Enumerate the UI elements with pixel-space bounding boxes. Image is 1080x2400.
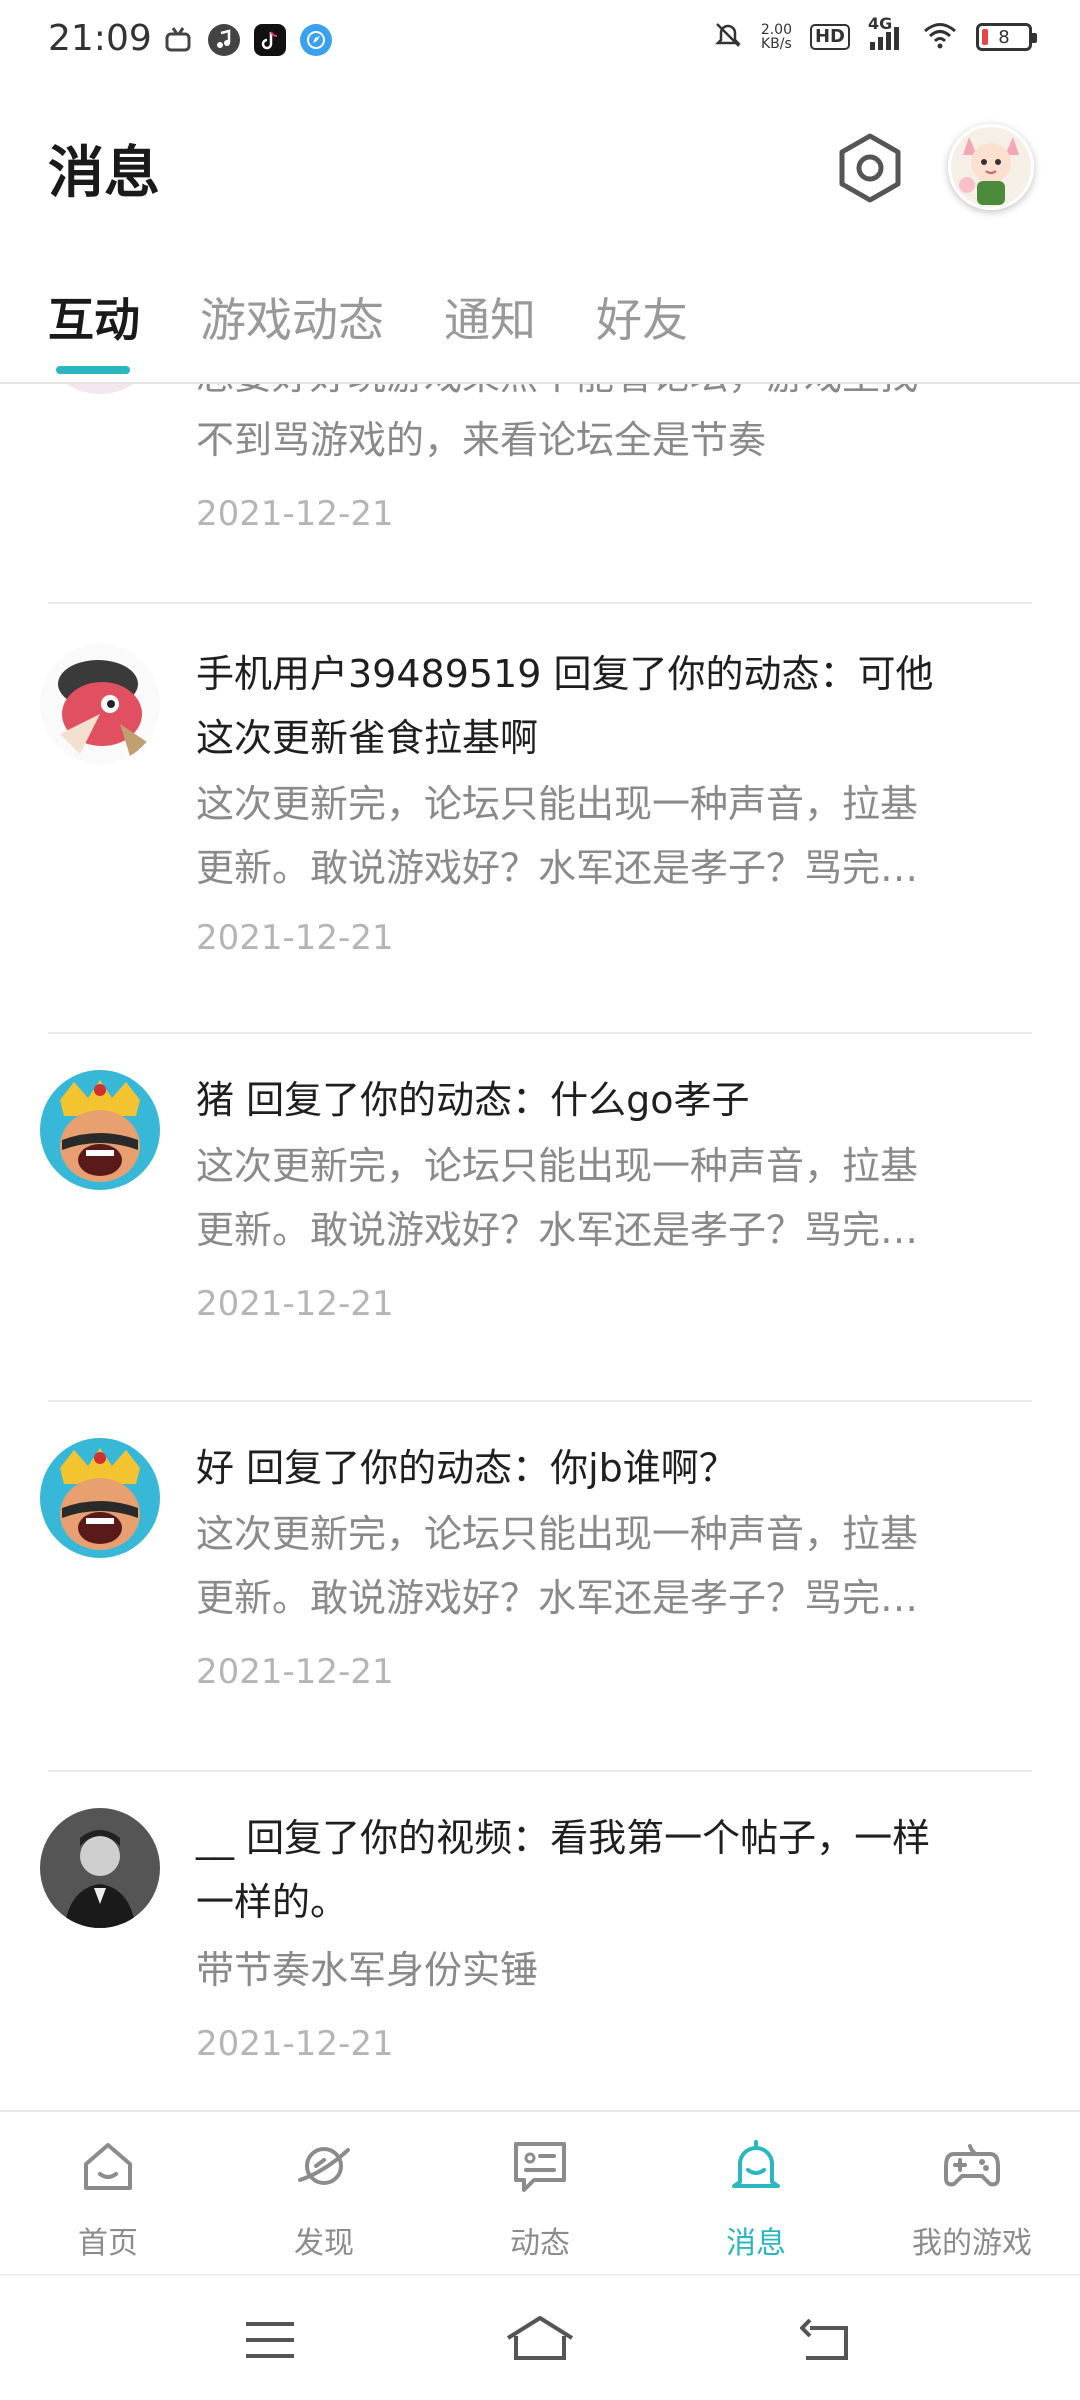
network-speed-value: 2.00	[760, 22, 792, 38]
tab-notifications[interactable]: 通知	[444, 280, 536, 360]
message-date: 2021-12-21	[196, 918, 394, 958]
tab-friends[interactable]: 好友	[596, 280, 688, 360]
nav-feed-label: 动态	[510, 2226, 570, 2261]
hd-badge: HD	[809, 24, 850, 50]
message-title-line: 好 回复了你的动态：你jb谁啊？	[196, 1446, 737, 1490]
message-content-line: 这次更新完，论坛只能出现一种声音，拉基	[196, 1512, 919, 1556]
nav-discover-label: 发现	[294, 2226, 354, 2261]
network-speed-unit: KB/s	[761, 36, 792, 52]
user-avatar[interactable]	[948, 124, 1034, 210]
tiktok-icon	[254, 24, 286, 56]
message-item[interactable]: __ 回复了你的视频：看我第一个帖子，一样 一样的。 带节奏水军身份实锤 202…	[0, 1772, 1080, 2110]
message-title-line: 手机用户39489519 回复了你的动态：可他	[196, 652, 934, 696]
message-avatar[interactable]	[40, 384, 160, 394]
chat-card-icon	[514, 2142, 566, 2192]
music-icon	[208, 24, 240, 56]
message-date: 2021-12-21	[196, 1284, 394, 1324]
message-date: 2021-12-21	[196, 2024, 394, 2064]
message-content-line: 更新。敢说游戏好？水军还是孝子？骂完…	[196, 1576, 919, 1620]
message-content: 这次更新完，论坛只能出现一种声音，拉基 更新。敢说游戏好？水军还是孝子？骂完…	[196, 1134, 1016, 1262]
message-content: 带节奏水军身份实锤	[196, 1938, 1016, 2002]
message-title-line: 这次更新雀食拉基啊	[196, 716, 539, 760]
menu-icon	[246, 2322, 294, 2358]
message-title-line: 猪 回复了你的动态：什么go孝子	[196, 1078, 750, 1122]
message-avatar[interactable]	[40, 644, 160, 764]
home-outline-icon	[506, 2316, 574, 2360]
message-title-line: __ 回复了你的视频：看我第一个帖子，一样	[196, 1816, 931, 1860]
tab-active-indicator	[56, 366, 130, 374]
message-title: 好 回复了你的动态：你jb谁啊？	[196, 1436, 1016, 1500]
message-content-line: 不到骂游戏的，来看论坛全是节奏	[196, 418, 767, 462]
tab-game-updates[interactable]: 游戏动态	[200, 280, 384, 360]
bell-icon	[732, 2140, 780, 2188]
system-home-button[interactable]	[504, 2312, 576, 2368]
planet-icon	[298, 2147, 350, 2185]
tab-interaction[interactable]: 互动	[48, 280, 140, 374]
message-content: 这次更新完，论坛只能出现一种声音，拉基 更新。敢说游戏好？水军还是孝子？骂完…	[196, 1502, 1016, 1630]
message-item[interactable]: 好 回复了你的动态：你jb谁啊？ 这次更新完，论坛只能出现一种声音，拉基 更新。…	[0, 1402, 1080, 1772]
message-avatar[interactable]	[40, 1808, 160, 1928]
page-title: 消息	[48, 141, 160, 206]
system-menu-button[interactable]	[240, 2312, 300, 2368]
message-content-line: 总要好好玩游戏果然不能看论坛，游戏里找	[196, 384, 1016, 408]
back-icon	[800, 2318, 848, 2360]
bell-muted-icon	[713, 20, 743, 54]
status-bar: 21:09 2.00 KB/s HD 4G 8	[0, 0, 1080, 84]
message-title: 猪 回复了你的动态：什么go孝子	[196, 1068, 1016, 1132]
message-title-line: 一样的。	[196, 1880, 349, 1924]
nav-my-games[interactable]: 我的游戏	[864, 2112, 1080, 2276]
notification-icons	[162, 24, 332, 56]
signal-icon: 4G	[868, 14, 904, 52]
tv-icon	[162, 24, 194, 56]
message-title: 手机用户39489519 回复了你的动态：可他 这次更新雀食拉基啊	[196, 642, 1016, 770]
gamepad-icon	[944, 2144, 1000, 2187]
tab-friends-label: 好友	[596, 293, 688, 347]
tab-notifications-label: 通知	[444, 293, 536, 347]
message-content: 这次更新完，论坛只能出现一种声音，拉基 更新。敢说游戏好？水军还是孝子？骂完…	[196, 772, 1016, 900]
home-icon	[84, 2143, 132, 2190]
message-avatar[interactable]	[40, 1438, 160, 1558]
network-speed: 2.00 KB/s	[761, 23, 792, 51]
message-content-line: 这次更新完，论坛只能出现一种声音，拉基	[196, 782, 919, 826]
message-item[interactable]: 猪 回复了你的动态：什么go孝子 这次更新完，论坛只能出现一种声音，拉基 更新。…	[0, 1034, 1080, 1402]
bottom-navigation: 首页 发现 动态 消息 我的游戏	[0, 2110, 1080, 2274]
tab-interaction-label: 互动	[48, 293, 140, 347]
message-title: __ 回复了你的视频：看我第一个帖子，一样 一样的。	[196, 1806, 1016, 1934]
compass-app-icon	[300, 24, 332, 56]
message-content-line: 更新。敢说游戏好？水军还是孝子？骂完…	[196, 1208, 919, 1252]
tab-game-updates-label: 游戏动态	[200, 293, 384, 347]
nav-my-games-label: 我的游戏	[912, 2226, 1032, 2261]
battery-icon: 8	[976, 23, 1037, 51]
message-content-line: 这次更新完，论坛只能出现一种声音，拉基	[196, 1144, 919, 1188]
nav-feed[interactable]: 动态	[432, 2112, 648, 2276]
network-type: 4G	[868, 14, 893, 33]
nav-messages-label: 消息	[726, 2226, 786, 2261]
message-item[interactable]: 手机用户39489519 回复了你的动态：可他 这次更新雀食拉基啊 这次更新完，…	[0, 602, 1080, 1034]
wifi-icon	[922, 20, 958, 54]
message-date: 2021-12-21	[196, 1652, 394, 1692]
message-date: 2021-12-21	[196, 494, 394, 534]
nav-discover[interactable]: 发现	[216, 2112, 432, 2276]
message-content-line: 带节奏水军身份实锤	[196, 1948, 539, 1992]
system-navigation-bar	[0, 2274, 1080, 2400]
battery-level: 8	[998, 26, 1010, 48]
message-list[interactable]: 总要好好玩游戏果然不能看论坛，游戏里找 不到骂游戏的，来看论坛全是节奏 2021…	[0, 384, 1080, 2110]
status-time: 21:09	[48, 18, 152, 59]
nav-home[interactable]: 首页	[0, 2112, 216, 2276]
settings-button[interactable]	[830, 128, 910, 208]
status-indicators: 2.00 KB/s HD 4G 8	[713, 14, 1037, 54]
message-content-line: 更新。敢说游戏好？水军还是孝子？骂完…	[196, 846, 919, 890]
message-content: 总要好好玩游戏果然不能看论坛，游戏里找 不到骂游戏的，来看论坛全是节奏	[196, 384, 1016, 472]
nav-messages[interactable]: 消息	[648, 2112, 864, 2276]
settings-hexagon-icon	[839, 133, 901, 203]
message-avatar[interactable]	[40, 1070, 160, 1190]
nav-home-label: 首页	[78, 2226, 138, 2261]
message-tabs: 互动 游戏动态 通知 好友	[0, 280, 1080, 384]
system-back-button[interactable]	[796, 2312, 856, 2368]
